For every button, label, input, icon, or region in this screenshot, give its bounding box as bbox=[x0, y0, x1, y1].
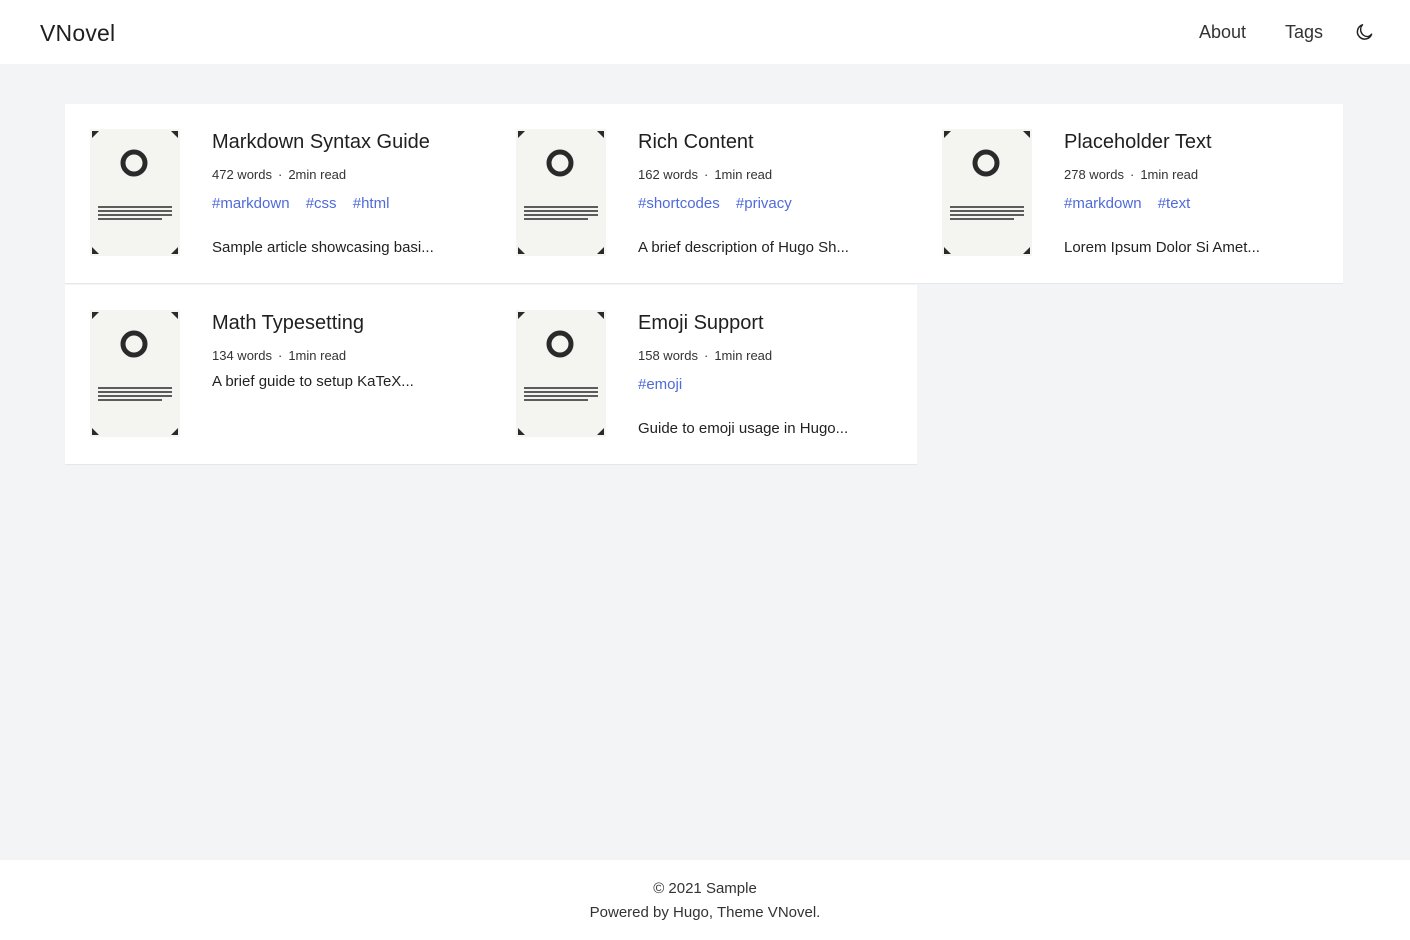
post-meta: 162 words · 1min read bbox=[638, 167, 773, 182]
nav-link-about[interactable]: About bbox=[1199, 22, 1246, 43]
post-meta: 158 words · 1min read bbox=[638, 348, 773, 363]
post-thumbnail-placeholder-icon[interactable] bbox=[90, 129, 180, 256]
tag-link[interactable]: #markdown bbox=[212, 195, 290, 212]
read-time: 1min read bbox=[288, 348, 347, 363]
read-time: 1min read bbox=[714, 167, 773, 182]
post-title-link[interactable]: Emoji Support bbox=[638, 312, 764, 335]
post-summary: Guide to emoji usage in Hugo... bbox=[638, 420, 849, 437]
post-summary: Sample article showcasing basi... bbox=[212, 239, 434, 256]
post-thumbnail-placeholder-icon[interactable] bbox=[516, 310, 606, 437]
copyright-text: © 2021 Sample bbox=[653, 880, 757, 897]
post-card-row: Markdown Syntax Guide 472 words · 2min rea… bbox=[65, 104, 1343, 284]
tag-link[interactable]: #privacy bbox=[736, 195, 792, 212]
tag-link[interactable]: #markdown bbox=[1064, 195, 1142, 212]
post-thumbnail-placeholder-icon[interactable] bbox=[90, 310, 180, 437]
moon-icon[interactable] bbox=[1355, 22, 1375, 42]
post-title-link[interactable]: Math Typesetting bbox=[212, 312, 364, 335]
site-footer: © 2021 Sample Powered by Hugo, Theme VNo… bbox=[0, 860, 1410, 940]
post-meta: 278 words · 1min read bbox=[1064, 167, 1199, 182]
read-time: 2min read bbox=[288, 167, 347, 182]
post-summary: Lorem Ipsum Dolor Si Amet... bbox=[1064, 239, 1260, 256]
word-count: 134 words bbox=[212, 348, 272, 363]
post-meta: 472 words · 2min read bbox=[212, 167, 347, 182]
word-count: 158 words bbox=[638, 348, 698, 363]
post-item[interactable]: Markdown Syntax Guide 472 words · 2min rea… bbox=[65, 104, 491, 284]
tag-link[interactable]: #shortcodes bbox=[638, 195, 720, 212]
post-title-link[interactable]: Placeholder Text bbox=[1064, 131, 1212, 154]
word-count: 278 words bbox=[1064, 167, 1124, 182]
post-thumbnail-placeholder-icon[interactable] bbox=[516, 129, 606, 256]
post-tags: #shortcodes #privacy bbox=[638, 195, 804, 212]
tag-link[interactable]: #html bbox=[353, 195, 390, 212]
site-header: VNovel About Tags bbox=[0, 0, 1410, 64]
post-item[interactable]: Placeholder Text 278 words · 1min read #ma… bbox=[917, 104, 1343, 284]
post-title-link[interactable]: Rich Content bbox=[638, 131, 754, 154]
read-time: 1min read bbox=[714, 348, 773, 363]
post-title-link[interactable]: Markdown Syntax Guide bbox=[212, 131, 430, 154]
post-thumbnail-placeholder-icon[interactable] bbox=[942, 129, 1032, 256]
post-summary: A brief description of Hugo Sh... bbox=[638, 239, 849, 256]
post-summary: A brief guide to setup KaTeX... bbox=[212, 373, 414, 390]
nav-link-tags[interactable]: Tags bbox=[1285, 22, 1323, 43]
post-tags: #markdown #css #html bbox=[212, 195, 401, 212]
word-count: 162 words bbox=[638, 167, 698, 182]
tag-link[interactable]: #css bbox=[306, 195, 337, 212]
post-item[interactable]: Emoji Support 158 words · 1min read #emoji… bbox=[491, 285, 917, 465]
post-tags: #markdown #text bbox=[1064, 195, 1202, 212]
tag-link[interactable]: #emoji bbox=[638, 376, 682, 393]
word-count: 472 words bbox=[212, 167, 272, 182]
post-meta: 134 words · 1min read bbox=[212, 348, 347, 363]
site-brand-link[interactable]: VNovel bbox=[40, 20, 115, 47]
post-item[interactable]: Math Typesetting 134 words · 1min read A b… bbox=[65, 285, 491, 465]
powered-by-text: Powered by Hugo, Theme VNovel. bbox=[589, 904, 821, 921]
tag-link[interactable]: #text bbox=[1158, 195, 1191, 212]
post-tags: #emoji bbox=[638, 376, 694, 393]
post-card-row: Math Typesetting 134 words · 1min read A b… bbox=[65, 285, 917, 465]
read-time: 1min read bbox=[1140, 167, 1199, 182]
post-item[interactable]: Rich Content 162 words · 1min read #shortc… bbox=[491, 104, 917, 284]
